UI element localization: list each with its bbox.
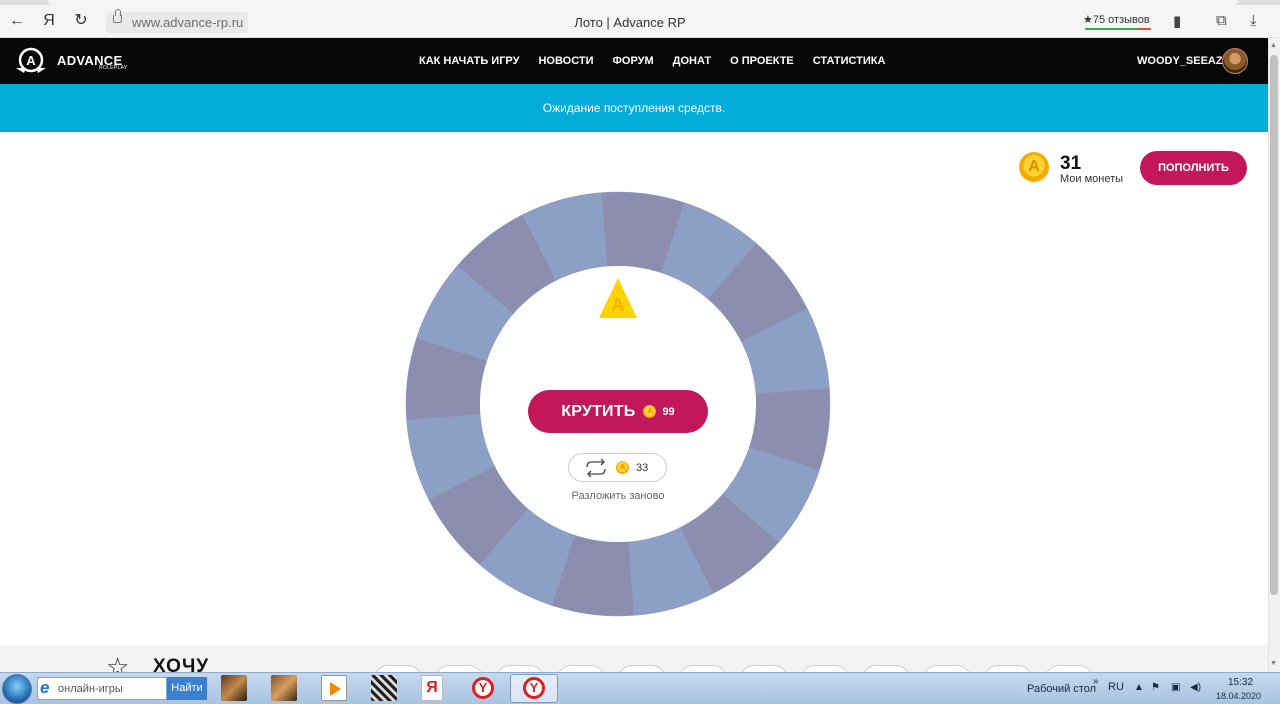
spin-button[interactable]: КРУТИТЬ A 99: [528, 390, 708, 433]
yandex-browser-icon[interactable]: Y: [523, 677, 545, 699]
flag-icon[interactable]: ⚑: [1151, 682, 1160, 693]
game-app-icon[interactable]: [221, 675, 247, 701]
reshuffle-icon: [586, 458, 606, 477]
bookmark-icon[interactable]: ▮: [1173, 12, 1181, 30]
desktop-label[interactable]: Рабочий стол: [1027, 683, 1096, 695]
lock-icon: [113, 9, 122, 23]
download-icon[interactable]: ⤓: [1250, 12, 1257, 29]
yandex-app-icon[interactable]: Я: [421, 675, 443, 701]
main-nav: КАК НАЧАТЬ ИГРУ НОВОСТИ ФОРУМ ДОНАТ О ПР…: [419, 55, 904, 67]
reload-icon[interactable]: ↻: [70, 10, 92, 32]
network-icon[interactable]: ▣: [1171, 682, 1180, 693]
taskbar-search-button[interactable]: Найти: [167, 677, 207, 700]
scrollbar-thumb[interactable]: [1270, 55, 1278, 595]
clock-date[interactable]: 18.04.2020: [1216, 691, 1261, 701]
topup-button[interactable]: ПОПОЛНИТЬ: [1140, 151, 1247, 185]
advance-logo-icon[interactable]: A: [14, 46, 48, 76]
nav-about[interactable]: О ПРОЕКТЕ: [730, 55, 794, 67]
reviews-rating-bar: [1085, 28, 1151, 30]
avatar[interactable]: [1222, 48, 1248, 74]
wheel-pointer-letter: A: [612, 295, 625, 315]
ie-icon: e: [40, 678, 50, 697]
volume-icon[interactable]: ◀): [1190, 682, 1201, 693]
nav-how-to-start[interactable]: КАК НАЧАТЬ ИГРУ: [419, 55, 519, 67]
start-button-icon[interactable]: [2, 674, 32, 704]
taskbar-search-text[interactable]: онлайн-игры: [58, 683, 123, 695]
scroll-down-icon[interactable]: ▼: [1270, 660, 1277, 667]
page-title: Лото | Advance RP: [574, 15, 686, 30]
scroll-up-icon[interactable]: ▲: [1270, 42, 1277, 49]
coin-icon: A: [1019, 152, 1049, 182]
language-indicator[interactable]: RU: [1108, 681, 1124, 693]
nav-forum[interactable]: ФОРУМ: [613, 55, 654, 67]
yandex-icon[interactable]: Я: [38, 10, 60, 32]
yandex-browser-icon[interactable]: Y: [472, 677, 494, 699]
svg-text:A: A: [26, 53, 36, 68]
back-icon[interactable]: ←: [6, 10, 28, 32]
nav-statistics[interactable]: СТАТИСТИКА: [813, 55, 886, 67]
coin-balance-label: Мои монеты: [1060, 173, 1124, 185]
reviews-badge[interactable]: ★75 отзывов: [1083, 13, 1150, 26]
nav-donate[interactable]: ДОНАТ: [673, 55, 711, 67]
nav-news[interactable]: НОВОСТИ: [538, 55, 593, 67]
coin-icon: A: [616, 461, 629, 474]
app-icon[interactable]: [371, 675, 397, 701]
translate-icon[interactable]: ⧉: [1216, 12, 1227, 29]
tab-strip: [0, 0, 1280, 5]
spin-cost: 99: [662, 405, 675, 418]
media-player-icon[interactable]: [321, 675, 347, 701]
payment-notice: Ожидание поступления средств.: [0, 84, 1268, 132]
site-header: A ADVANCE ROLEPLAY КАК НАЧАТЬ ИГРУ НОВОС…: [0, 38, 1268, 84]
coin-balance: 31: [1060, 153, 1082, 174]
username[interactable]: WOODY_SEEAZY: [1137, 55, 1230, 67]
reshuffle-label: Разложить заново: [571, 490, 665, 502]
reshuffle-button[interactable]: A 33: [568, 453, 667, 482]
wheel-pointer-icon: A: [599, 278, 637, 318]
spin-label: КРУТИТЬ: [561, 402, 636, 420]
reshuffle-cost: 33: [636, 461, 649, 474]
chevron-right-icon[interactable]: »: [1093, 676, 1099, 687]
logo-subtext: ROLEPLAY: [99, 65, 128, 71]
active-tab[interactable]: [48, 0, 1238, 5]
clock-time[interactable]: 15:32: [1228, 677, 1253, 688]
url-text[interactable]: www.advance-rp.ru: [132, 15, 243, 30]
tray-expand-icon[interactable]: ▲: [1134, 682, 1144, 693]
coin-icon: A: [643, 405, 657, 418]
game-app-icon[interactable]: [271, 675, 297, 701]
